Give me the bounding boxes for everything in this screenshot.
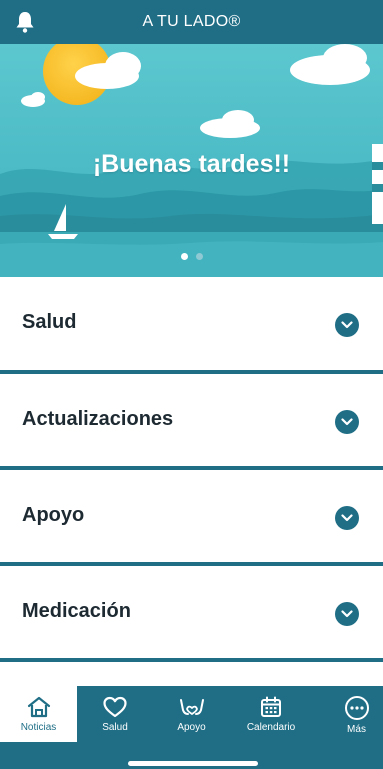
bell-icon[interactable] (14, 10, 36, 34)
bottom-nav: Noticias Salud Apoyo Calendario Más (0, 686, 383, 769)
home-icon (27, 696, 50, 718)
section-salud[interactable]: Salud (0, 277, 383, 374)
section-label: Medicación (22, 600, 131, 622)
heart-icon (103, 696, 127, 718)
chevron-down-icon[interactable] (335, 410, 359, 434)
chevron-down-icon[interactable] (335, 313, 359, 337)
chevron-down-icon[interactable] (335, 602, 359, 626)
nav-label: Apoyo (177, 722, 206, 733)
section-label: Apoyo (22, 504, 85, 526)
nav-item-salud[interactable]: Salud (77, 686, 153, 742)
home-indicator (128, 761, 258, 766)
nav-item-mas[interactable]: Más (330, 686, 383, 742)
section-label: Salud (22, 311, 77, 333)
nav-label: Calendario (246, 722, 296, 733)
calendar-icon (261, 696, 281, 717)
more-icon (344, 696, 369, 720)
top-bar: A TU LADO® (0, 0, 383, 44)
section-apoyo[interactable]: Apoyo (0, 470, 383, 566)
nav-label: Salud (102, 722, 128, 733)
section-label: Actualizaciones (22, 408, 174, 430)
carousel-dot-1[interactable] (180, 253, 188, 260)
chevron-down-icon[interactable] (335, 506, 359, 530)
greeting-text: ¡Buenas tardes!! (92, 150, 291, 178)
hands-icon (179, 699, 204, 715)
section-actualizaciones[interactable]: Actualizaciones (0, 374, 383, 470)
hero-banner[interactable]: ¡Buenas tardes!! (0, 44, 383, 277)
carousel-indicator[interactable] (0, 253, 383, 260)
section-medicacion[interactable]: Medicación (0, 566, 383, 662)
app-title: A TU LADO® (142, 13, 241, 30)
nav-item-apoyo[interactable]: Apoyo (153, 686, 230, 742)
carousel-dot-2[interactable] (195, 253, 203, 260)
nav-label: Noticias (20, 722, 57, 733)
accordion-list: Salud Actualizaciones Apoyo Medicación (0, 277, 383, 662)
nav-item-calendario[interactable]: Calendario (230, 686, 312, 742)
nav-item-noticias[interactable]: Noticias (0, 686, 77, 742)
nav-label: Más (347, 724, 366, 735)
